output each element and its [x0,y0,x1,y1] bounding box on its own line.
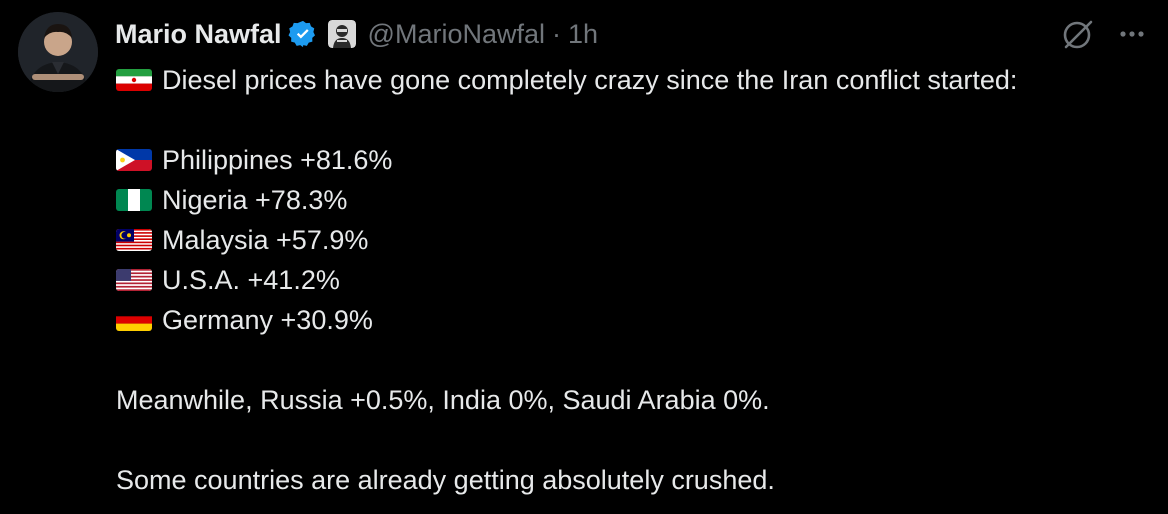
germany-flag [116,309,152,331]
avatar[interactable] [18,12,98,92]
author-handle[interactable]: @MarioNawfal [368,19,545,50]
post-intro: Diesel prices have gone completely crazy… [162,65,1018,95]
closing-text: Some countries are already getting absol… [116,465,775,495]
list-item: Germany +30.9% [116,300,1156,340]
list-item: U.S.A. +41.2% [116,260,1156,300]
item-text: U.S.A. +41.2% [162,265,340,295]
post-intro-line: Diesel prices have gone completely crazy… [116,60,1156,100]
affiliation-badge-icon[interactable] [327,20,356,48]
list-item: Malaysia +57.9% [116,220,1156,260]
more-options-icon[interactable] [1114,16,1150,52]
usa-flag [116,269,152,291]
post-timestamp[interactable]: 1h [568,19,598,50]
item-text: Philippines +81.6% [162,145,393,175]
iran-flag [116,69,152,91]
verified-badge-icon[interactable] [288,19,318,49]
closing-line: Some countries are already getting absol… [116,460,1156,500]
grok-icon[interactable] [1060,16,1096,52]
item-text: Germany +30.9% [162,305,373,335]
nigeria-flag [116,189,152,211]
item-text: Nigeria +78.3% [162,185,348,215]
meanwhile-text: Meanwhile, Russia +0.5%, India 0%, Saudi… [116,385,770,415]
meanwhile-line: Meanwhile, Russia +0.5%, India 0%, Saudi… [116,380,1156,420]
item-text: Malaysia +57.9% [162,225,369,255]
list-item: Nigeria +78.3% [116,180,1156,220]
malaysia-flag [116,229,152,251]
philippines-flag [116,149,152,171]
separator-dot: · [552,18,561,49]
author-name[interactable]: Mario Nawfal [115,19,282,50]
post-header: Mario Nawfal @MarioNawfal · 1h [115,12,598,56]
post-text: Diesel prices have gone completely crazy… [116,60,1156,500]
list-item: Philippines +81.6% [116,140,1156,180]
